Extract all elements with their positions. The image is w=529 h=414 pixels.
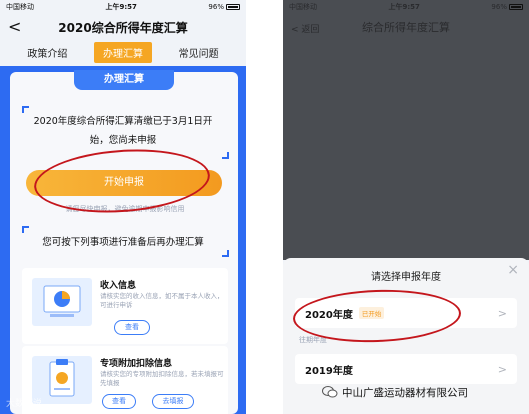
year-label: 2019年度 [305, 365, 353, 377]
right-phone-screen: 中国移动 上午9:57 96% < 返回 综合所得年度汇算 请选择申报年度 × … [283, 0, 529, 414]
nav-bar: < 返回 综合所得年度汇算 [283, 14, 529, 40]
tab-file[interactable]: 办理汇算 [93, 41, 152, 63]
clock: 上午9:57 [105, 3, 137, 11]
filing-notice: 2020年度综合所得汇算清缴已于3月1日开 始，您尚未申报 [18, 112, 228, 150]
list-item-deduction: 专项附加扣除信息 请核实您的专项附加扣除信息，若未填报可先填报 查看 去填报 [22, 346, 228, 414]
close-icon[interactable]: × [507, 262, 519, 278]
tab-policy[interactable]: 政策介绍 [19, 43, 75, 62]
status-bar: 中国移动 上午9:57 96% [283, 0, 529, 14]
watermark: 大数据说 [6, 399, 43, 409]
company-watermark: 中山广盛运动器材有限公司 [322, 383, 522, 401]
card-header: 办理汇算 [74, 70, 174, 90]
item-description: 请核实您的专项附加扣除信息，若未填报可先填报 [100, 370, 224, 387]
carrier-label: 中国移动 [6, 3, 34, 11]
sheet-title: 请选择申报年度 [371, 272, 441, 283]
item-title: 收入信息 [100, 281, 137, 291]
left-phone-screen: 中国移动 上午9:57 96% < 2020综合所得年度汇算 政策介绍 办理汇算… [0, 0, 246, 414]
notice-line-2: 始，您尚未申报 [89, 135, 157, 146]
notice-line-1: 2020年度综合所得汇算清缴已于3月1日开 [33, 116, 213, 127]
item-description: 请核实您的收入信息，如不属于本人收入，可进行申诉 [100, 292, 224, 309]
chevron-right-icon: > [497, 306, 507, 320]
status-bar: 中国移动 上午9:57 96% [0, 0, 246, 14]
battery-icon [508, 4, 523, 10]
company-name: 中山广盛运动器材有限公司 [342, 386, 468, 399]
year-option-2019[interactable]: 2019年度 > [295, 354, 517, 384]
view-income-button[interactable]: 查看 [114, 320, 150, 335]
income-chart-icon [32, 278, 92, 326]
tab-faq[interactable]: 常见问题 [171, 43, 227, 62]
corner-decor-icon [222, 250, 229, 257]
battery-icon [225, 4, 240, 10]
fill-deduction-button[interactable]: 去填报 [152, 394, 194, 409]
chevron-right-icon: > [497, 362, 507, 376]
list-item-income: 收入信息 请核实您的收入信息，如不属于本人收入，可进行申诉 查看 [22, 268, 228, 344]
back-button[interactable]: < [8, 17, 21, 36]
battery-indicator: 96% [491, 3, 523, 11]
corner-decor-icon [222, 152, 229, 159]
view-deduction-button[interactable]: 查看 [102, 394, 136, 409]
corner-decor-icon [22, 226, 29, 233]
tab-bar: 政策介绍 办理汇算 常见问题 [0, 40, 246, 64]
page-title: 综合所得年度汇算 [362, 21, 450, 34]
dimmed-overlay: 中国移动 上午9:57 96% < 返回 综合所得年度汇算 [283, 0, 529, 260]
nav-bar: < 2020综合所得年度汇算 [0, 14, 246, 40]
item-title: 专项附加扣除信息 [100, 359, 173, 369]
clock: 上午9:57 [388, 3, 420, 11]
back-button[interactable]: < 返回 [291, 22, 319, 35]
carrier-label: 中国移动 [289, 3, 317, 11]
section-heading: 您可按下列事项进行准备后再办理汇算 [42, 237, 204, 248]
page-title: 2020综合所得年度汇算 [58, 20, 188, 35]
wechat-icon [322, 386, 338, 398]
battery-indicator: 96% [208, 3, 240, 11]
